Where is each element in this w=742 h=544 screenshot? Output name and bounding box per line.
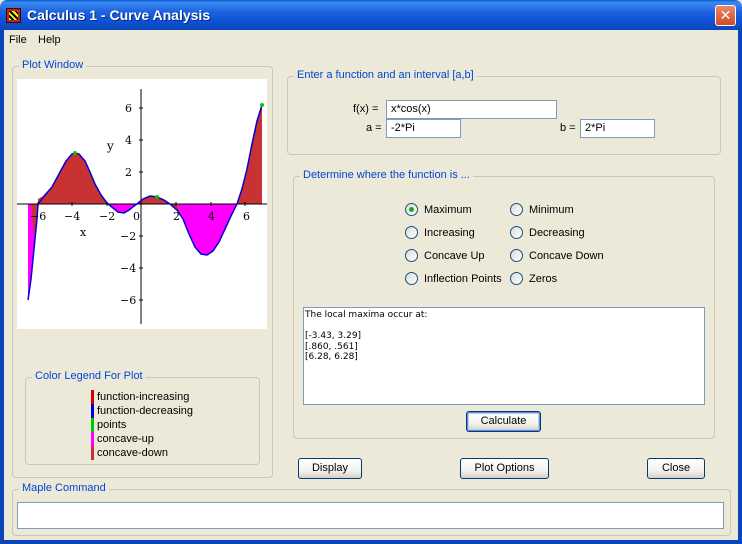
menu-help[interactable]: Help xyxy=(38,34,61,46)
calculate-button[interactable]: Calculate xyxy=(466,411,541,432)
fx-label: f(x) = xyxy=(353,103,379,115)
radio-inflection-points[interactable]: Inflection Points xyxy=(405,272,502,285)
app-icon xyxy=(6,8,21,23)
maple-command-title: Maple Command xyxy=(19,482,109,494)
x-tick-label: −4 xyxy=(64,210,80,223)
x-tick-label: 0 xyxy=(133,210,140,223)
close-window-button[interactable]: ✕ xyxy=(715,5,736,26)
function-input-title: Enter a function and an interval [a,b] xyxy=(294,69,477,81)
legend-swatch xyxy=(91,432,94,446)
plot-options-button[interactable]: Plot Options xyxy=(460,458,549,479)
legend-swatch xyxy=(91,418,94,432)
local-max-point xyxy=(155,195,159,199)
determine-title: Determine where the function is ... xyxy=(300,169,473,181)
legend-item-concave-up: concave-up xyxy=(91,432,154,446)
window-frame-bottom xyxy=(0,540,742,544)
legend-label: function-increasing xyxy=(97,391,190,403)
plot-area: −6 −4 −2 0 2 4 6 x 6 4 2 −2 −4 −6 y xyxy=(17,79,267,329)
legend-label: function-decreasing xyxy=(97,405,194,417)
y-tick-label: −4 xyxy=(120,262,136,275)
radio-button[interactable] xyxy=(405,272,418,285)
b-label: b = xyxy=(560,122,576,134)
radio-zeros[interactable]: Zeros xyxy=(510,272,557,285)
radio-label: Minimum xyxy=(529,203,574,216)
radio-button[interactable] xyxy=(510,249,523,262)
legend-swatch xyxy=(91,446,94,460)
legend-label: concave-up xyxy=(97,433,154,445)
legend-swatch xyxy=(91,404,94,418)
x-tick-label: 2 xyxy=(173,210,180,223)
function-plot: −6 −4 −2 0 2 4 6 x 6 4 2 −2 −4 −6 y xyxy=(17,89,267,324)
title-bar: Calculus 1 - Curve Analysis ✕ xyxy=(0,0,742,30)
radio-button[interactable] xyxy=(405,249,418,262)
legend-item-points: points xyxy=(91,418,126,432)
display-button[interactable]: Display xyxy=(298,458,362,479)
maple-command-input[interactable] xyxy=(17,502,724,529)
window-title: Calculus 1 - Curve Analysis xyxy=(27,7,211,23)
x-tick-label: −6 xyxy=(30,210,46,223)
y-tick-label: −2 xyxy=(120,230,136,243)
radio-label: Inflection Points xyxy=(424,272,502,285)
x-tick-label: 6 xyxy=(243,210,250,223)
window-frame-right xyxy=(738,30,742,544)
radio-label: Maximum xyxy=(424,203,472,216)
result-output[interactable]: The local maxima occur at: [-3.43, 3.29]… xyxy=(303,307,705,405)
radio-minimum[interactable]: Minimum xyxy=(510,203,574,216)
concave-down-fill-left xyxy=(38,153,109,204)
radio-increasing[interactable]: Increasing xyxy=(405,226,475,239)
close-button[interactable]: Close xyxy=(647,458,705,479)
radio-button[interactable] xyxy=(510,272,523,285)
local-max-point xyxy=(260,103,264,107)
plot-window-title: Plot Window xyxy=(19,59,87,71)
output-line: [.860, .561] xyxy=(305,341,358,352)
legend-label: concave-down xyxy=(97,447,168,459)
legend-item-concave-down: concave-down xyxy=(91,446,168,460)
a-label: a = xyxy=(366,122,382,134)
radio-button[interactable] xyxy=(405,226,418,239)
x-tick-label: −2 xyxy=(99,210,115,223)
radio-decreasing[interactable]: Decreasing xyxy=(510,226,585,239)
radio-button[interactable] xyxy=(510,203,523,216)
radio-concave-up[interactable]: Concave Up xyxy=(405,249,485,262)
radio-label: Concave Up xyxy=(424,249,485,262)
function-field[interactable]: x*cos(x) xyxy=(386,100,557,119)
radio-label: Increasing xyxy=(424,226,475,239)
y-axis-label: y xyxy=(106,139,114,153)
local-max-point xyxy=(73,151,77,155)
output-line: The local maxima occur at: xyxy=(305,310,428,320)
legend-label: points xyxy=(97,419,127,431)
radio-concave-down[interactable]: Concave Down xyxy=(510,249,604,262)
y-tick-label: −6 xyxy=(120,294,136,307)
output-line: [6.28, 6.28] xyxy=(305,352,358,362)
radio-button[interactable] xyxy=(405,203,418,216)
menu-file[interactable]: File xyxy=(9,34,27,46)
legend-title: Color Legend For Plot xyxy=(32,370,146,382)
radio-label: Concave Down xyxy=(529,249,604,262)
y-tick-label: 6 xyxy=(125,102,132,115)
legend-item-function-decreasing: function-decreasing xyxy=(91,404,193,418)
x-axis-label: x xyxy=(80,226,87,239)
legend-item-function-increasing: function-increasing xyxy=(91,390,189,404)
legend-swatch xyxy=(91,390,94,404)
concave-up-fill-valley xyxy=(177,204,237,255)
window-frame-left xyxy=(0,30,4,544)
y-tick-label: 2 xyxy=(125,166,132,179)
radio-label: Decreasing xyxy=(529,226,585,239)
interval-a-field[interactable]: -2*Pi xyxy=(386,119,461,138)
output-line: [-3.43, 3.29] xyxy=(305,331,362,341)
radio-maximum[interactable]: Maximum xyxy=(405,203,472,216)
radio-label: Zeros xyxy=(529,272,558,285)
x-tick-label: 4 xyxy=(208,210,215,223)
radio-button[interactable] xyxy=(510,226,523,239)
y-tick-label: 4 xyxy=(125,134,132,147)
interval-b-field[interactable]: 2*Pi xyxy=(580,119,655,138)
menu-bar: File Help xyxy=(4,31,738,49)
